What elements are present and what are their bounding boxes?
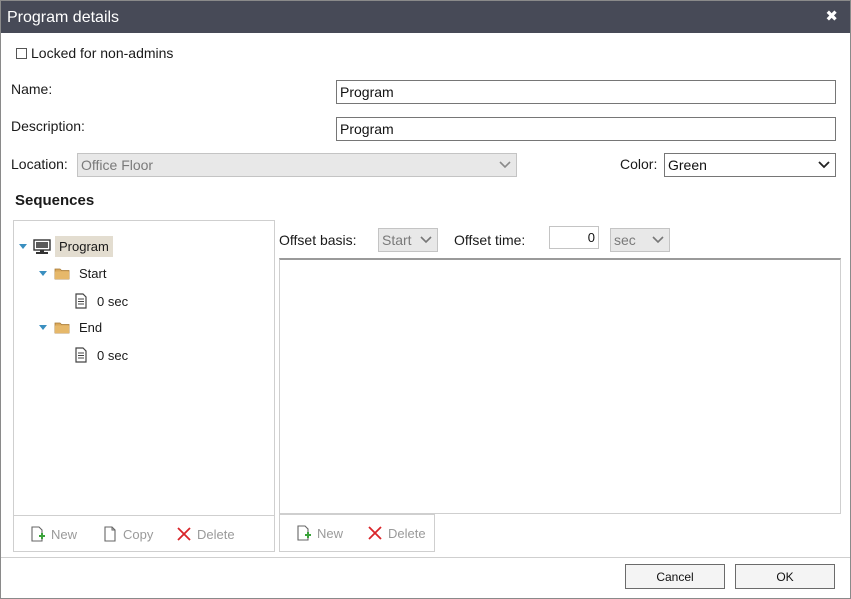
new-step-button[interactable]: New [296,525,343,541]
offset-basis-label: Offset basis: [279,232,357,248]
dialog-title: Program details [7,9,120,26]
delete-button-label: Delete [197,526,235,542]
expand-arrow-icon[interactable] [19,244,27,249]
chevron-down-icon [420,236,432,244]
sequence-step-panel [279,258,841,514]
offset-unit-value: sec [614,232,636,248]
tree-node-label[interactable]: 0 sec [97,294,128,309]
tree-node-label[interactable]: 0 sec [97,348,128,363]
footer-divider [1,557,850,558]
color-label: Color: [620,156,658,172]
name-label: Name: [11,81,53,97]
locked-checkbox-row[interactable]: Locked for non-admins [16,45,173,61]
ok-button[interactable]: OK [735,564,835,589]
tree-node-start-step[interactable]: 0 sec [73,293,128,309]
new-document-icon [31,526,45,542]
tree-node-program[interactable]: Program [19,236,113,257]
tree-node-start[interactable]: Start [39,266,106,281]
new-button-label: New [51,526,78,542]
copy-icon [104,526,116,542]
name-input[interactable] [336,80,836,104]
delete-step-button[interactable]: Delete [367,525,426,541]
offset-time-label: Offset time: [454,232,526,248]
delete-x-icon [368,526,382,540]
tree-node-label[interactable]: Program [55,236,113,257]
description-input[interactable] [336,117,836,141]
copy-sequence-button[interactable]: Copy [102,526,153,542]
new-button-label: New [317,525,344,541]
chevron-down-icon [652,236,664,244]
delete-button-label: Delete [388,525,426,541]
close-icon[interactable]: ✖ [825,9,838,25]
delete-x-icon [177,527,191,541]
folder-icon [54,268,70,280]
offset-time-input[interactable] [549,226,599,249]
offset-unit-select[interactable]: sec [610,228,670,252]
new-document-icon [297,525,311,541]
title-bar: Program details ✖ [1,1,850,33]
tree-node-end-step[interactable]: 0 sec [73,347,128,363]
new-sequence-button[interactable]: New [30,526,77,542]
color-select[interactable]: Green [664,153,836,177]
computer-icon [33,238,51,254]
document-icon [75,293,87,309]
chevron-down-icon [499,161,511,169]
locked-checkbox-label: Locked for non-admins [31,45,174,61]
locked-checkbox[interactable] [16,47,27,59]
delete-sequence-button[interactable]: Delete [176,526,235,542]
sequences-title: Sequences [15,192,95,209]
sequence-tree-panel: Program Start 0 sec End 0 sec New Copy D… [13,220,275,552]
offset-basis-value: Start [382,232,412,248]
tree-node-label[interactable]: End [79,320,102,335]
expand-arrow-icon[interactable] [39,271,47,276]
cancel-button[interactable]: Cancel [625,564,725,589]
offset-basis-select[interactable]: Start [378,228,438,252]
copy-button-label: Copy [123,526,154,542]
folder-icon [54,322,70,334]
color-value: Green [668,157,707,173]
location-value: Office Floor [81,157,154,173]
tree-node-end[interactable]: End [39,320,102,335]
step-toolbar: New Delete [279,514,435,552]
expand-arrow-icon[interactable] [39,325,47,330]
program-details-dialog: Program details ✖ Locked for non-admins … [0,0,851,599]
document-icon [75,347,87,363]
location-select[interactable]: Office Floor [77,153,517,177]
toolbar-divider [14,515,274,516]
description-label: Description: [11,118,85,134]
tree-node-label[interactable]: Start [79,266,106,281]
chevron-down-icon [818,161,830,169]
location-label: Location: [11,156,68,172]
